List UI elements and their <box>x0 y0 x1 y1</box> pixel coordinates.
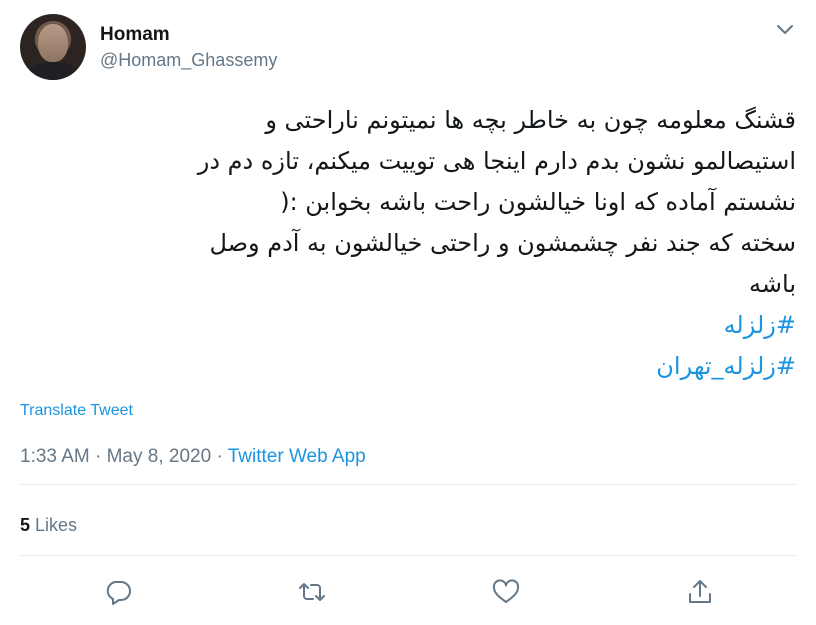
retweet-icon[interactable] <box>297 577 327 607</box>
meta-separator: · <box>95 446 102 467</box>
tweet-date[interactable]: May 8, 2020 <box>107 446 212 467</box>
tweet-source-link[interactable]: Twitter Web App <box>228 446 366 467</box>
reply-icon[interactable] <box>103 577 133 607</box>
tweet-metadata: 1:33 AM · May 8, 2020 · Twitter Web App <box>20 446 366 468</box>
divider <box>20 484 796 485</box>
tweet-text-line: نشستم آماده که اونا خیالشون راحت باشه بخ… <box>280 188 796 216</box>
likes-count: 5 <box>20 515 31 535</box>
tweet-text-line: سخته که جند نفر چشمشون و راحتی خیالشون ب… <box>209 229 796 257</box>
hashtag-link[interactable]: #زلزله_تهران <box>656 352 796 380</box>
avatar-shirt <box>26 62 80 80</box>
tweet-text-line: قشنگ معلومه چون به خاطر بچه ها نمیتونم ن… <box>265 106 796 134</box>
tweet-card: Homam @Homam_Ghassemy قشنگ معلومه چون به… <box>0 0 816 625</box>
tweet-text: قشنگ معلومه چون به خاطر بچه ها نمیتونم ن… <box>18 100 796 387</box>
hashtag-link[interactable]: #زلزله <box>724 311 796 339</box>
hashtag-line: #زلزله <box>18 305 796 346</box>
divider <box>20 555 796 556</box>
heart-icon[interactable] <box>491 577 521 607</box>
avatar[interactable] <box>20 14 86 80</box>
tweet-text-line: استیصالمو نشون بدم دارم اینجا هی توییت م… <box>197 147 796 175</box>
tweet-time[interactable]: 1:33 AM <box>20 446 90 467</box>
avatar-face <box>38 24 68 62</box>
likes-stat[interactable]: 5 Likes <box>20 515 77 536</box>
user-handle[interactable]: @Homam_Ghassemy <box>100 50 277 71</box>
tweet-text-line: باشه <box>749 270 796 298</box>
chevron-down-icon[interactable] <box>774 18 796 40</box>
likes-label: Likes <box>35 515 78 535</box>
translate-tweet-link[interactable]: Translate Tweet <box>20 402 133 420</box>
display-name[interactable]: Homam <box>100 24 170 46</box>
share-icon[interactable] <box>685 577 715 607</box>
meta-separator: · <box>216 446 223 467</box>
hashtag-line: #زلزله_تهران <box>18 346 796 387</box>
